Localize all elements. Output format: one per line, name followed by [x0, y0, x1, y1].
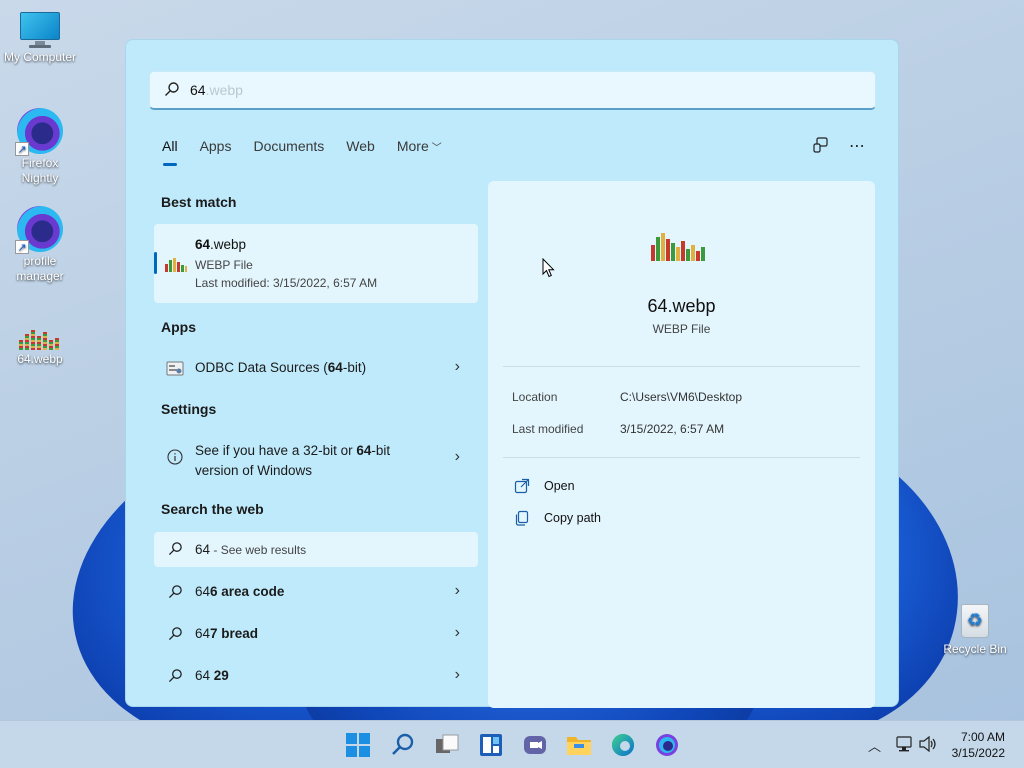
modified-value: 3/15/2022, 6:57 AM [620, 422, 725, 436]
chevron-down-icon: ﹀ [431, 143, 442, 154]
copy-path-label: Copy path [544, 511, 601, 525]
search-tabs: All Apps Documents Web More ﹀ [162, 138, 464, 166]
selection-indicator [154, 252, 157, 274]
preview-file-name: 64.webp [647, 296, 716, 316]
location-label: Location [512, 390, 558, 404]
chevron-right-icon: › [454, 448, 460, 465]
tab-apps[interactable]: Apps [200, 138, 232, 164]
recycle-bin-icon: ♻ [957, 600, 993, 640]
web-heading: Search the web [161, 501, 264, 517]
web-result[interactable]: 646 area code › [154, 572, 478, 612]
windows-start-icon[interactable] [345, 732, 371, 758]
desktop-icon-label: Recycle Bin [943, 642, 1007, 656]
web-result[interactable]: 647 bread › [154, 614, 478, 654]
tab-all[interactable]: All [162, 138, 178, 166]
tab-more[interactable]: More ﹀ [397, 138, 442, 164]
firefox-nightly-icon: ↗ [15, 108, 63, 156]
task-view-icon[interactable] [434, 732, 460, 758]
teams-chat-icon[interactable] [522, 732, 548, 758]
chevron-right-icon: › [454, 582, 460, 599]
best-match-result[interactable]: 64.webp WEBP File Last modified: 3/15/20… [154, 224, 478, 303]
webp-file-icon [17, 320, 63, 350]
chevron-up-icon[interactable]: ︿ [868, 736, 881, 755]
search-input[interactable]: 64.webp [149, 71, 876, 110]
info-icon [166, 449, 184, 467]
edge-icon[interactable] [610, 732, 636, 758]
taskbar-clock[interactable]: 7:00 AM 3/15/2022 [952, 729, 1005, 761]
search-device-icon[interactable] [810, 136, 832, 158]
search-icon [166, 584, 184, 602]
search-icon[interactable] [390, 732, 416, 758]
settings-heading: Settings [161, 401, 217, 417]
desktop-icon-my-computer[interactable]: My Computer [0, 12, 80, 65]
preview-file-type: WEBP File [652, 322, 711, 336]
apps-heading: Apps [161, 319, 196, 335]
best-match-name: 64.webp [195, 237, 247, 252]
setting-result-label: See if you have a 32-bit or 64-bit versi… [195, 443, 391, 478]
desktop-icon-firefox-nightly[interactable]: ↗ Firefox Nightly [0, 108, 80, 186]
search-icon [166, 626, 184, 644]
search-icon [165, 82, 179, 96]
tab-web[interactable]: Web [346, 138, 375, 164]
widgets-icon[interactable] [478, 732, 504, 758]
mouse-cursor-icon [542, 258, 555, 278]
network-icon[interactable] [894, 735, 914, 753]
open-action-label: Open [544, 479, 575, 493]
webp-file-icon [651, 233, 705, 261]
desktop-icon-label: My Computer [3, 50, 77, 64]
tab-documents[interactable]: Documents [253, 138, 324, 164]
desktop-icon-recycle-bin[interactable]: ♻ Recycle Bin [935, 600, 1015, 657]
best-match-type: WEBP File [195, 258, 253, 272]
desktop-icon-profile-manager[interactable]: ↗ profile manager [0, 206, 80, 284]
modified-label: Last modified [512, 422, 584, 436]
search-autocomplete: .webp [205, 82, 243, 98]
webp-file-icon [165, 258, 187, 272]
odbc-icon [166, 360, 184, 378]
web-result-label: 646 area code [195, 584, 285, 599]
search-icon [166, 668, 184, 686]
search-query: 64.webp [190, 82, 243, 98]
app-result-label: ODBC Data Sources (64-bit) [195, 360, 367, 375]
volume-icon[interactable] [918, 735, 938, 753]
monitor-icon [18, 12, 62, 48]
web-result-see-results[interactable]: 64 - See web results [154, 532, 478, 567]
app-result-odbc[interactable]: ODBC Data Sources (64-bit) › [154, 348, 478, 388]
best-match-modified: Last modified: 3/15/2022, 6:57 AM [195, 276, 378, 290]
desktop-icon-label: profile manager [16, 254, 64, 283]
open-external-icon [514, 478, 530, 494]
clock-date: 3/15/2022 [951, 746, 1005, 760]
web-result-label: 64 29 [195, 668, 229, 683]
copy-icon [515, 510, 529, 526]
chevron-right-icon: › [454, 624, 460, 641]
setting-result-bitness[interactable]: See if you have a 32-bit or 64-bit versi… [154, 433, 478, 483]
firefox-nightly-icon[interactable] [654, 732, 680, 758]
file-explorer-icon[interactable] [566, 732, 592, 758]
chevron-right-icon: › [454, 666, 460, 683]
desktop-icon-label: Firefox Nightly [21, 156, 59, 185]
chevron-right-icon: › [454, 358, 460, 375]
more-options-icon[interactable]: ⋯ [846, 136, 868, 158]
search-icon [166, 541, 184, 559]
desktop-icon-64-webp[interactable]: 64.webp [0, 320, 80, 367]
desktop-icon-label: 64.webp [17, 352, 63, 366]
clock-time: 7:00 AM [960, 730, 1005, 744]
divider [503, 457, 860, 458]
search-panel: 64.webp All Apps Documents Web More ﹀ ⋯ B… [125, 39, 899, 708]
taskbar: ︿ 7:00 AM 3/15/2022 [0, 720, 1024, 768]
web-result-label: 64 - See web results [195, 542, 307, 557]
web-result[interactable]: 64 29 › [154, 656, 478, 696]
firefox-nightly-icon: ↗ [15, 206, 63, 254]
divider [503, 366, 860, 367]
location-value: C:\Users\VM6\Desktop [620, 390, 743, 404]
web-result-label: 647 bread [195, 626, 259, 641]
best-match-heading: Best match [161, 194, 237, 210]
